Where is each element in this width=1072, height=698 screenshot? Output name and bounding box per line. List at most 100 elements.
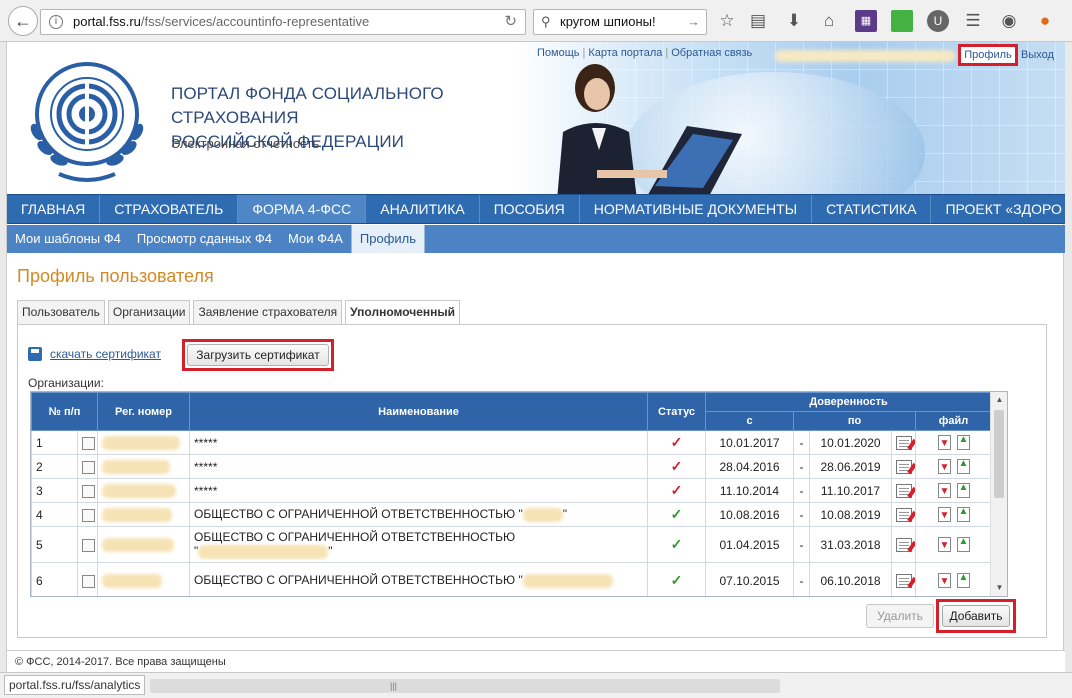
upload-file-icon[interactable] — [956, 507, 970, 523]
row-checkbox[interactable] — [82, 574, 95, 588]
nav-item-form-4-fss[interactable]: ФОРМА 4-ФСС — [238, 195, 367, 223]
download-file-icon[interactable] — [937, 459, 951, 475]
proxy-to-date: 10.01.2020 — [809, 430, 893, 455]
edit-proxy-icon[interactable] — [896, 573, 913, 588]
nav-item-analytics[interactable]: АНАЛИТИКА — [366, 195, 480, 223]
nav-item-project[interactable]: ПРОЕКТ «ЗДОРО — [931, 195, 1065, 223]
row-checkbox[interactable] — [82, 436, 95, 450]
search-go-arrow-icon[interactable]: → — [687, 10, 700, 34]
add-button[interactable]: Добавить — [942, 605, 1010, 627]
reg-number-redacted — [102, 573, 163, 588]
status-valid-check-icon: ✓ — [647, 502, 707, 527]
nav-item-benefits[interactable]: ПОСОБИЯ — [480, 195, 580, 223]
upload-file-icon[interactable] — [956, 459, 970, 475]
menu-hamburger-icon[interactable]: ☰ — [962, 10, 984, 32]
scroll-down-arrow-icon[interactable]: ▼ — [991, 580, 1007, 596]
col-header-status: Статус — [647, 392, 707, 431]
profile-link[interactable]: Профиль — [958, 44, 1018, 66]
col-header-file: файл — [915, 411, 993, 431]
address-bar[interactable]: i portal.fss.ru/fss/services/accountinfo… — [40, 9, 526, 35]
row-checkbox[interactable] — [82, 508, 95, 522]
org-name: ***** — [189, 454, 649, 479]
reading-list-icon[interactable]: ▤ — [747, 10, 769, 32]
table-scrollbar[interactable]: ▲ ▼ — [990, 392, 1007, 596]
star-icon[interactable]: ☆ — [716, 10, 738, 32]
reg-number-redacted — [102, 459, 171, 474]
web-page: ПОРТАЛ ФОНДА СОЦИАЛЬНОГО СТРАХОВАНИЯ РОС… — [6, 42, 1065, 672]
subnav-profile[interactable]: Профиль — [350, 225, 426, 253]
floppy-save-icon — [28, 347, 42, 361]
extension-globe-icon[interactable]: ◉ — [998, 10, 1020, 32]
download-file-icon[interactable] — [937, 435, 951, 451]
upload-file-icon[interactable] — [956, 483, 970, 499]
org-name: ОБЩЕСТВО С ОГРАНИЧЕННОЙ ОТВЕТСТВЕННОСТЬЮ… — [194, 573, 523, 588]
scroll-thumb[interactable] — [994, 410, 1004, 498]
download-file-icon[interactable] — [937, 507, 951, 523]
tab-authorized[interactable]: Уполномоченный — [345, 300, 461, 325]
help-link[interactable]: Помощь — [537, 47, 580, 59]
upload-file-icon[interactable] — [956, 435, 970, 451]
scroll-up-arrow-icon[interactable]: ▲ — [991, 392, 1007, 408]
edit-proxy-icon[interactable] — [896, 459, 913, 474]
download-file-icon[interactable] — [937, 573, 951, 589]
nav-item-statistics[interactable]: СТАТИСТИКА — [812, 195, 932, 223]
edit-proxy-icon[interactable] — [896, 507, 913, 522]
horizontal-scrollbar[interactable]: ||| — [150, 679, 780, 693]
site-map-link[interactable]: Карта портала — [588, 47, 662, 59]
table-row[interactable]: 1 ***** ✓ 10.01.2017 - 10.01.2020 — [31, 430, 993, 455]
download-file-icon[interactable] — [937, 537, 951, 553]
row-checkbox[interactable] — [82, 460, 95, 474]
feedback-link[interactable]: Обратная связь — [671, 47, 752, 59]
info-icon[interactable]: i — [49, 15, 63, 29]
back-arrow-icon[interactable]: ← — [8, 6, 38, 36]
delete-button[interactable]: Удалить — [866, 604, 934, 628]
browser-search-box[interactable]: ⚲ кругом шпионы! → — [533, 9, 707, 35]
table-row[interactable]: 3 ***** ✓ 11.10.2014 - 11.10.2017 — [31, 478, 993, 503]
proxy-from-date: 01.04.2015 — [705, 526, 795, 563]
reload-icon[interactable]: ↻ — [504, 10, 517, 34]
subnav-my-f4a[interactable]: Мои Ф4А — [280, 225, 351, 253]
home-icon[interactable]: ⌂ — [818, 10, 840, 32]
organizations-label: Организации: — [28, 376, 104, 390]
download-file-icon[interactable] — [937, 483, 951, 499]
subnav-submitted-f4[interactable]: Просмотр сданных Ф4 — [129, 225, 280, 253]
extension-grid-icon[interactable]: ▦ — [855, 10, 877, 32]
tab-organizations[interactable]: Организации — [107, 300, 191, 324]
upload-file-icon[interactable] — [956, 537, 970, 553]
nav-item-insurer[interactable]: СТРАХОВАТЕЛЬ — [100, 195, 239, 223]
tab-insurer-application[interactable]: Заявление страхователя — [193, 300, 343, 324]
table-row[interactable]: 5 ОБЩЕСТВО С ОГРАНИЧЕННОЙ ОТВЕТСТВЕННОСТ… — [31, 526, 993, 563]
date-separator: - — [793, 502, 811, 527]
proxy-from-date: 10.08.2016 — [705, 502, 795, 527]
table-row[interactable]: 2 ***** ✓ 28.04.2016 - 28.06.2019 — [31, 454, 993, 479]
proxy-to-date: 10.08.2019 — [809, 502, 893, 527]
download-icon[interactable]: ⬇ — [783, 10, 805, 32]
col-header-name: Наименование — [189, 392, 649, 431]
nav-item-regulations[interactable]: НОРМАТИВНЫЕ ДОКУМЕНТЫ — [580, 195, 813, 223]
col-header-proxy: Доверенность — [705, 392, 993, 412]
proxy-to-date: 31.03.2018 — [809, 526, 893, 563]
row-checkbox[interactable] — [82, 538, 95, 552]
upload-certificate-button[interactable]: Загрузить сертификат — [187, 344, 329, 366]
reg-number-redacted — [102, 537, 175, 552]
download-certificate-link[interactable]: скачать сертификат — [50, 347, 161, 361]
edit-proxy-icon[interactable] — [896, 483, 913, 498]
edit-proxy-icon[interactable] — [896, 435, 913, 450]
duckduckgo-icon[interactable]: ● — [1034, 10, 1056, 32]
edit-proxy-icon[interactable] — [896, 537, 913, 552]
org-name: ***** — [189, 430, 649, 455]
row-checkbox[interactable] — [82, 484, 95, 498]
upload-file-icon[interactable] — [956, 573, 970, 589]
top-links: Помощь | Карта портала | Обратная связь — [537, 47, 753, 59]
subnav-my-templates[interactable]: Мои шаблоны Ф4 — [7, 225, 129, 253]
extension-green-icon[interactable] — [891, 10, 913, 32]
exit-link[interactable]: Выход — [1021, 49, 1054, 61]
table-row[interactable]: 6 ОБЩЕСТВО С ОГРАНИЧЕННОЙ ОТВЕТСТВЕННОСТ… — [31, 562, 993, 596]
tab-user[interactable]: Пользователь — [17, 300, 105, 324]
table-row[interactable]: 4 ОБЩЕСТВО С ОГРАНИЧЕННОЙ ОТВЕТСТВЕННОСТ… — [31, 502, 993, 527]
nav-item-home[interactable]: ГЛАВНАЯ — [7, 195, 101, 223]
page-title: Профиль пользователя — [17, 266, 214, 286]
proxy-to-date: 11.10.2017 — [809, 478, 893, 503]
proxy-from-date: 07.10.2015 — [705, 562, 795, 596]
extension-u-icon[interactable]: U — [927, 10, 949, 32]
